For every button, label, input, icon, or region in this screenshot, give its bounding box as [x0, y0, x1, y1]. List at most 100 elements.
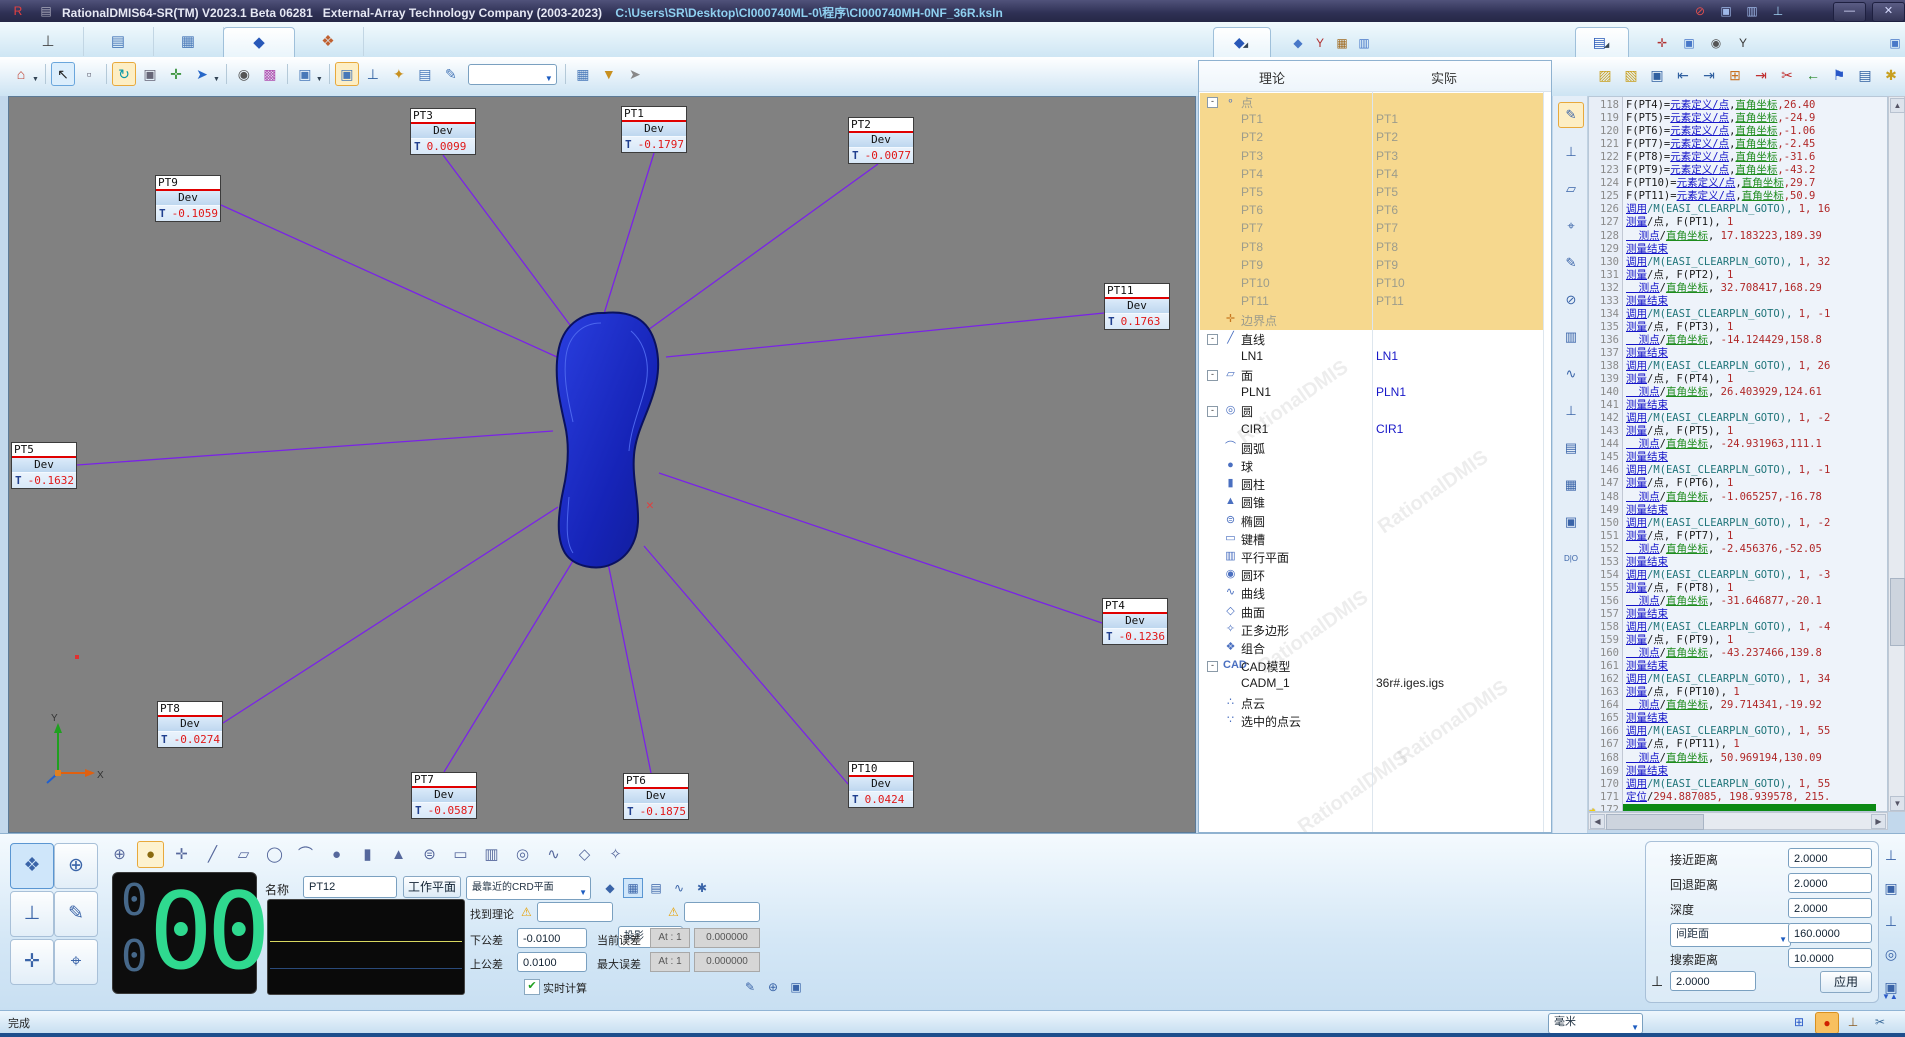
tree-item-pt2[interactable]: PT2PT2 — [1199, 129, 1551, 147]
curve-icon[interactable]: ∿ — [1558, 361, 1584, 387]
minimize-button[interactable]: — — [1833, 2, 1866, 22]
run-icon[interactable]: ✱ — [1879, 63, 1903, 87]
deviation-label-pt2[interactable]: PT2DevT-0.0077 — [848, 117, 914, 164]
tree-cube-icon[interactable]: ◆ — [1288, 34, 1308, 52]
probe2-icon[interactable]: ⊥ — [1558, 398, 1584, 424]
expander-icon[interactable]: - — [1207, 370, 1218, 381]
expander-icon[interactable]: - — [1207, 661, 1218, 672]
tree-item-cad模型[interactable]: -CADCAD模型 — [1199, 657, 1551, 675]
spacing-input[interactable]: 160.0000 — [1788, 923, 1872, 943]
probe-status-icon[interactable]: ⊥ — [1842, 1012, 1864, 1032]
tree-item-平行平面[interactable]: ▥平行平面 — [1199, 548, 1551, 566]
quick-combo[interactable]: ▼ — [468, 64, 557, 85]
axis-button[interactable]: ✛ — [10, 939, 54, 985]
save-icon[interactable]: ▣ — [1645, 63, 1669, 87]
coordinate-icon[interactable]: ⊞ — [1788, 1012, 1810, 1032]
open-add-icon[interactable]: ▧ — [1619, 63, 1643, 87]
outdent-icon[interactable]: ⇤ — [1671, 63, 1695, 87]
tree-item-圆弧[interactable]: ⌒圆弧 — [1199, 439, 1551, 457]
parallel-planes-icon[interactable]: ▥ — [478, 841, 505, 868]
monitor-icon[interactable]: ▣ — [1558, 509, 1584, 535]
tree-item-pt4[interactable]: PT4PT4 — [1199, 166, 1551, 184]
tree-item-cir1[interactable]: CIR1CIR1 — [1199, 421, 1551, 439]
crd-plane-combo[interactable]: 最靠近的CRD平面▼ — [466, 876, 591, 900]
tree-item-pt3[interactable]: PT3PT3 — [1199, 148, 1551, 166]
expander-icon[interactable]: - — [1207, 406, 1218, 417]
tree-item-正多边形[interactable]: ✧正多边形 — [1199, 621, 1551, 639]
monitor-cube-icon[interactable]: ▣ — [1880, 875, 1902, 901]
depth-input[interactable]: 2.0000 — [1788, 898, 1872, 918]
tree-item-键槽[interactable]: ▭键槽 — [1199, 530, 1551, 548]
tree-item-边界点[interactable]: ✛边界点 — [1199, 311, 1551, 329]
checklist-icon[interactable]: ▣ — [786, 977, 806, 997]
code-horizontal-scrollbar[interactable]: ◀ ▶ — [1588, 812, 1888, 830]
probe-pointer-icon[interactable]: ➤ — [190, 62, 214, 86]
deviation-label-pt8[interactable]: PT8DevT-0.0274 — [157, 701, 223, 748]
code-filter-icon[interactable]: Y — [1733, 34, 1753, 52]
tab-view[interactable]: ◆ — [223, 27, 295, 57]
close-button[interactable]: ✕ — [1872, 2, 1905, 22]
deviation-label-pt6[interactable]: PT6DevT-0.1875 — [623, 773, 689, 820]
import-icon[interactable]: ← — [1801, 63, 1825, 87]
tree-item-曲面[interactable]: ◇曲面 — [1199, 603, 1551, 621]
probe-small-icon[interactable]: ⊥ — [1880, 842, 1902, 868]
boundary-point-icon[interactable]: ✛ — [168, 841, 195, 868]
code-window-icon[interactable]: ▣ — [1679, 34, 1699, 52]
expander-icon[interactable]: - — [1207, 97, 1218, 108]
probe-icon[interactable]: ⊥ — [1558, 139, 1584, 165]
approach-input[interactable]: 2.0000 — [1788, 848, 1872, 868]
tree-item-pt11[interactable]: PT11PT11 — [1199, 293, 1551, 311]
new-doc-icon[interactable]: ▤ — [1853, 63, 1877, 87]
tree-item-pln1[interactable]: PLN1PLN1 — [1199, 384, 1551, 402]
indent-icon[interactable]: ⇥ — [1697, 63, 1721, 87]
scroll-up-icon[interactable]: ▲ — [1890, 98, 1905, 113]
tree-item-面[interactable]: -▱面 — [1199, 366, 1551, 384]
tab-tree-view[interactable]: ◆◢ — [1213, 27, 1271, 57]
small-box-icon[interactable]: ▫ — [77, 62, 101, 86]
tree-item-pt8[interactable]: PT8PT8 — [1199, 239, 1551, 257]
dropdown-caret-icon[interactable]: ▼ — [213, 76, 220, 83]
home-icon[interactable]: ⌂ — [9, 62, 33, 86]
vertical-scroll-thumb[interactable] — [1890, 578, 1905, 646]
horizontal-scroll-thumb[interactable] — [1606, 814, 1704, 830]
scroll-down-icon[interactable]: ▼ — [1890, 796, 1905, 811]
dropdown-caret-icon[interactable]: ▼ — [316, 76, 323, 83]
tree-item-cadm1[interactable]: CADM_136r#.iges.igs — [1199, 675, 1551, 693]
grid-icon[interactable]: ▦ — [1558, 472, 1584, 498]
cylinder-icon[interactable]: ▮ — [354, 841, 381, 868]
eye-icon[interactable]: ◉ — [232, 62, 256, 86]
tab-analysis[interactable]: ❖ — [293, 27, 364, 56]
pencil-icon[interactable]: ✎ — [1558, 250, 1584, 276]
code-axis-icon[interactable]: ✛ — [1652, 34, 1672, 52]
no-entry-icon[interactable]: ⊘ — [1558, 287, 1584, 313]
tree-item-选中的点云[interactable]: ∵选中的点云 — [1199, 712, 1551, 730]
polygon-icon[interactable]: ✧ — [602, 841, 629, 868]
viewport-3d[interactable]: ✕YX PT1DevT-0.1797PT2DevT-0.0077PT3DevT0… — [8, 96, 1196, 833]
extra-distance-input[interactable]: 2.0000 — [1670, 971, 1756, 991]
tab-code-view[interactable]: ▤◢ — [1575, 27, 1629, 57]
list-view-icon[interactable]: ▤ — [646, 878, 666, 898]
star-icon[interactable]: ✱ — [692, 878, 712, 898]
machine-button[interactable]: ⌖ — [54, 939, 98, 985]
tree-item-曲线[interactable]: ∿曲线 — [1199, 584, 1551, 602]
name-input[interactable]: PT12 — [303, 876, 397, 898]
tree-item-圆锥[interactable]: ▲圆锥 — [1199, 493, 1551, 511]
tab-probe[interactable]: ⊥ — [13, 27, 84, 56]
tree-tool-icon[interactable]: Y — [1310, 34, 1330, 52]
probe-config-button[interactable]: ⊥ — [10, 891, 54, 937]
cube-grid-icon[interactable]: ▦ — [623, 878, 643, 898]
emergency-stop-icon[interactable]: ● — [1815, 1012, 1839, 1034]
expander-icon[interactable]: - — [1207, 334, 1218, 345]
deviation-label-pt7[interactable]: PT7DevT-0.0587 — [411, 772, 477, 819]
point-icon[interactable]: ● — [137, 841, 164, 868]
open-file-icon[interactable]: ▨ — [1593, 63, 1617, 87]
plane-icon[interactable]: ▱ — [1558, 176, 1584, 202]
tree-grid-icon[interactable]: ▦ — [1332, 34, 1352, 52]
flag-icon[interactable]: ⚑ — [1827, 63, 1851, 87]
tab-report[interactable]: ▦ — [153, 27, 224, 56]
filter-gold-icon[interactable]: ▼ — [597, 62, 621, 86]
arc-icon[interactable]: ⌒ — [292, 841, 319, 868]
tree-item-直线[interactable]: -╱直线 — [1199, 330, 1551, 348]
upper-tol-input[interactable]: 0.0100 — [517, 952, 587, 972]
dio-icon[interactable]: D|O — [1558, 546, 1584, 572]
